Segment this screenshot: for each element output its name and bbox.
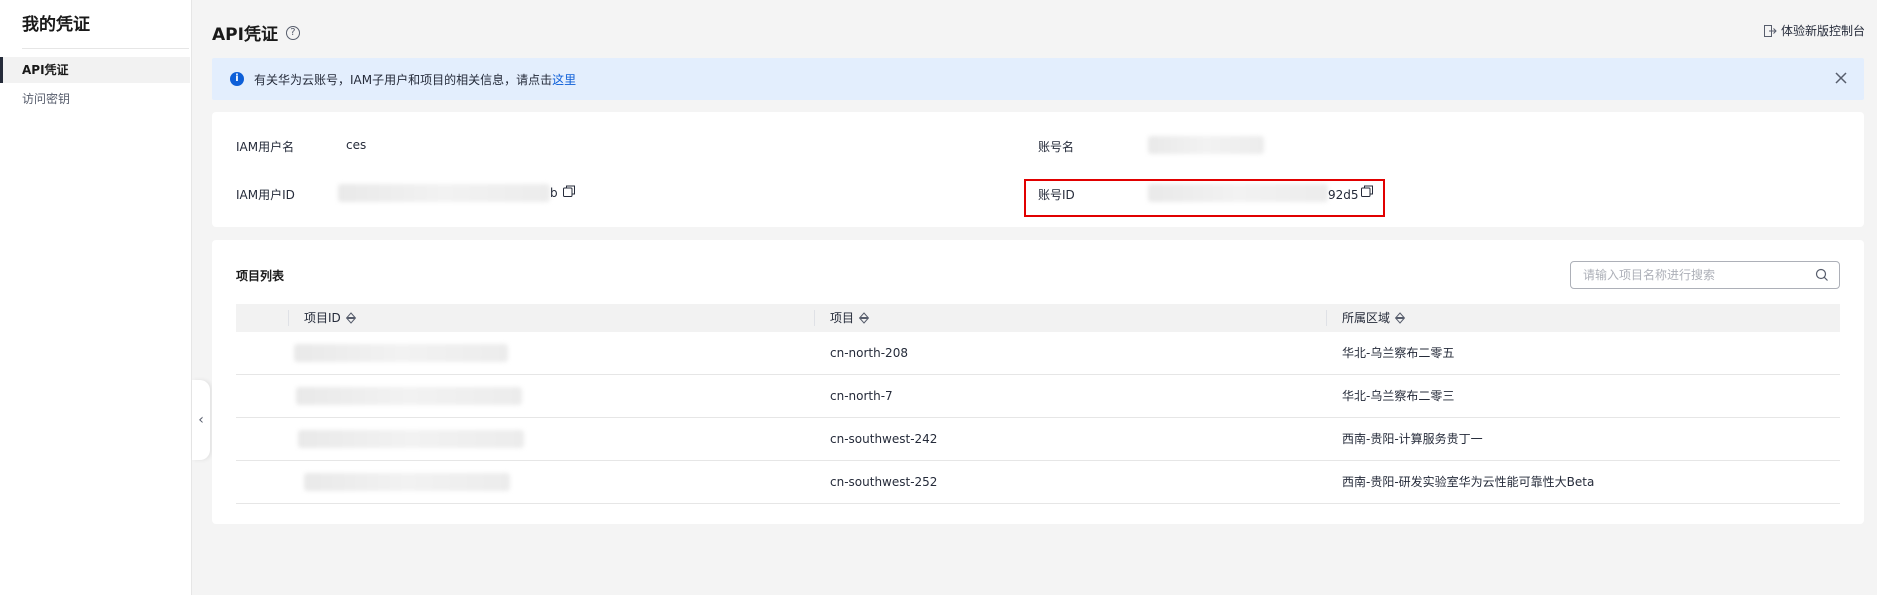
- info-banner: i 有关华为云账号，IAM子用户和项目的相关信息，请点击这里: [212, 58, 1864, 100]
- project-cell: cn-southwest-252: [830, 475, 938, 489]
- project-list-title: 项目列表: [236, 269, 285, 283]
- sidebar-title: 我的凭证: [22, 15, 90, 35]
- region-cell: 西南-贵阳-计算服务贵丁一: [1342, 432, 1483, 446]
- account-name-label: 账号名: [1038, 140, 1075, 154]
- sidebar-item-api-credentials[interactable]: API凭证: [0, 57, 190, 83]
- new-console-link[interactable]: 体验新版控制台: [1763, 22, 1865, 39]
- iam-id-suffix: b: [550, 186, 558, 200]
- region-cell: 西南-贵阳-研发实验室华为云性能可靠性大Beta: [1342, 475, 1595, 489]
- copy-iam-id-icon[interactable]: [562, 184, 576, 198]
- project-table: 项目ID 项目 所属区域 cn-north-208 华北-乌兰察布二零五 cn-…: [236, 304, 1840, 504]
- table-row: cn-southwest-252 西南-贵阳-研发实验室华为云性能可靠性大Bet…: [236, 461, 1840, 504]
- question-circle-icon[interactable]: ?: [285, 25, 300, 40]
- exit-icon: [1763, 24, 1777, 37]
- project-cell: cn-north-7: [830, 389, 893, 403]
- project-search: [1570, 261, 1840, 289]
- region-cell: 华北-乌兰察布二零五: [1342, 346, 1455, 360]
- project-cell: cn-north-208: [830, 346, 908, 360]
- table-header: 项目ID 项目 所属区域: [236, 304, 1840, 332]
- iam-user-value: ces: [346, 138, 367, 152]
- project-cell: cn-southwest-242: [830, 432, 938, 446]
- iam-user-label: IAM用户名: [236, 140, 295, 154]
- page-title: API凭证 ?: [212, 20, 300, 45]
- info-link[interactable]: 这里: [552, 73, 576, 87]
- sidebar: 我的凭证 API凭证 访问密钥: [0, 0, 192, 595]
- project-search-input[interactable]: [1571, 262, 1801, 288]
- sort-icon[interactable]: [858, 312, 870, 324]
- column-header-region[interactable]: 所属区域: [1325, 304, 1406, 332]
- column-label: 所属区域: [1342, 311, 1391, 325]
- sidebar-collapse-button[interactable]: ‹: [192, 380, 210, 460]
- search-icon[interactable]: [1815, 268, 1829, 282]
- table-row: cn-north-7 华北-乌兰察布二零三: [236, 375, 1840, 418]
- table-row: cn-north-208 华北-乌兰察布二零五: [236, 332, 1840, 375]
- project-list-card: 项目列表 项目ID 项目 所属区域: [212, 240, 1864, 524]
- account-id-highlight: [1024, 179, 1385, 217]
- sort-icon[interactable]: [345, 312, 357, 324]
- iam-id-label: IAM用户ID: [236, 188, 295, 202]
- column-label: 项目: [830, 311, 855, 325]
- project-id-redacted: [294, 344, 508, 362]
- project-id-redacted: [304, 473, 510, 491]
- info-text: 有关华为云账号，IAM子用户和项目的相关信息，请点击这里: [254, 71, 576, 88]
- info-icon: i: [230, 72, 244, 86]
- info-message: 有关华为云账号，IAM子用户和项目的相关信息，请点击: [254, 72, 553, 87]
- sort-icon[interactable]: [1394, 312, 1406, 324]
- chevron-left-icon: ‹: [198, 412, 204, 428]
- column-header-project[interactable]: 项目: [813, 304, 870, 332]
- project-id-redacted: [296, 387, 522, 405]
- page-title-text: API凭证: [212, 25, 278, 45]
- new-console-label: 体验新版控制台: [1780, 24, 1865, 38]
- column-label: 项目ID: [304, 311, 341, 325]
- close-icon[interactable]: [1834, 71, 1848, 85]
- project-id-redacted: [298, 430, 524, 448]
- sidebar-item-access-keys[interactable]: 访问密钥: [0, 86, 190, 112]
- region-cell: 华北-乌兰察布二零三: [1342, 389, 1455, 403]
- account-name-redacted: [1148, 136, 1264, 154]
- iam-id-redacted: [338, 184, 550, 202]
- table-row: cn-southwest-242 西南-贵阳-计算服务贵丁一: [236, 418, 1840, 461]
- sidebar-divider: [22, 48, 189, 49]
- column-header-project-id[interactable]: 项目ID: [288, 304, 357, 332]
